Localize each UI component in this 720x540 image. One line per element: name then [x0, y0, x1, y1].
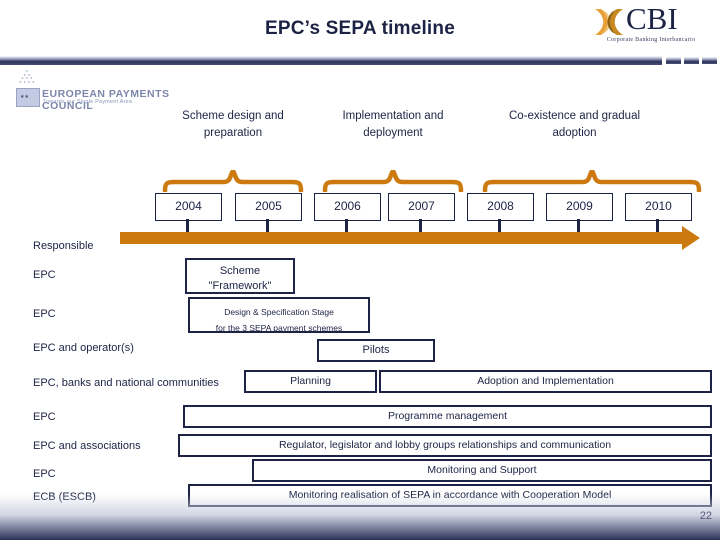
cbi-logo: CBI Corporate Banking Interbancario	[588, 1, 712, 50]
activity-adoption-implementation-label: Adoption and Implementation	[477, 375, 614, 387]
responsible-row-5: EPC	[33, 411, 56, 423]
activity-box-pilots[interactable]: Pilots	[317, 339, 435, 362]
activity-box-monitoring-realisation[interactable]: Monitoring realisation of SEPA in accord…	[188, 484, 712, 507]
activity-box-planning[interactable]: Planning	[244, 370, 377, 393]
timeline-arrow-shaft	[120, 232, 682, 244]
header-divider-dash-1	[666, 57, 681, 64]
activity-box-monitoring-support[interactable]: Monitoring and Support	[252, 459, 712, 482]
responsible-row-6: EPC and associations	[33, 440, 141, 452]
year-box-2004[interactable]: 2004	[155, 193, 222, 221]
cbi-butterfly-icon	[592, 6, 626, 38]
responsible-row-3: EPC and operator(s)	[33, 342, 134, 354]
phase-brace-3	[482, 170, 702, 192]
year-box-2006[interactable]: 2006	[314, 193, 381, 221]
slide-canvas: EPC’s SEPA timeline CBI Corporate Bankin…	[0, 0, 720, 540]
epc-chip-icon: ★★	[16, 88, 40, 107]
activity-box-programme-management[interactable]: Programme management	[183, 405, 712, 428]
phase-caption-2-line2: deployment	[363, 127, 423, 139]
phase-caption-3-line2: adoption	[552, 127, 597, 139]
phase-caption-1-line2: preparation	[203, 127, 263, 139]
activity-box-design-specification[interactable]: Design & Specification Stage for the 3 S…	[188, 297, 370, 333]
activity-design-specification-line1: Design & Specification Stage	[224, 307, 334, 317]
header-divider-dash-3	[702, 57, 717, 64]
activity-monitoring-realisation-label: Monitoring realisation of SEPA in accord…	[288, 489, 612, 501]
header-divider-bar	[0, 56, 662, 65]
phase-caption-1: Scheme design and preparation	[152, 108, 314, 142]
activity-planning-label: Planning	[290, 375, 331, 387]
responsible-row-8: ECB (ESCB)	[33, 491, 96, 503]
phase-caption-2-line1: Implementation and	[342, 110, 444, 122]
year-box-2010[interactable]: 2010	[625, 193, 692, 221]
phase-caption-3-line1: Co-existence and gradual	[508, 110, 641, 122]
activity-regulator-relationships-label: Regulator, legislator and lobby groups r…	[278, 439, 612, 451]
epc-logo-tagline: Towards our Single Payment Area	[43, 99, 133, 105]
activity-box-scheme-framework[interactable]: Scheme "Framework"	[185, 258, 295, 294]
phase-caption-2: Implementation and deployment	[312, 108, 474, 142]
cbi-wordmark: CBI	[626, 1, 678, 36]
phase-brace-2	[322, 170, 464, 192]
header-divider-dash-2	[684, 57, 699, 64]
cbi-tagline: Corporate Banking Interbancario	[606, 37, 696, 43]
activity-design-specification-line2: for the 3 SEPA payment schemes	[215, 323, 343, 333]
activity-programme-management-label: Programme management	[387, 410, 508, 422]
epc-logo: ★ ★ ★ ★ ★ ★ ★ ★ ★ ★ ★★ EUROPEAN PAYMENTS CO…	[14, 70, 204, 112]
year-box-2008[interactable]: 2008	[467, 193, 534, 221]
activity-scheme-framework-line2: "Framework"	[208, 280, 272, 292]
activity-scheme-framework-line1: Scheme	[219, 265, 261, 277]
timeline-arrow-head	[682, 226, 700, 250]
year-box-2005[interactable]: 2005	[235, 193, 302, 221]
activity-pilots-label: Pilots	[362, 344, 390, 356]
responsible-row-7: EPC	[33, 468, 56, 480]
responsible-column-header: Responsible	[33, 240, 94, 252]
activity-box-adoption-implementation[interactable]: Adoption and Implementation	[379, 370, 712, 393]
phase-brace-1	[162, 170, 304, 192]
responsible-row-2: EPC	[33, 308, 56, 320]
activity-monitoring-support-label: Monitoring and Support	[427, 464, 537, 476]
responsible-row-1: EPC	[33, 269, 56, 281]
activity-box-regulator-relationships[interactable]: Regulator, legislator and lobby groups r…	[178, 434, 712, 457]
page-number: 22	[699, 510, 712, 522]
phase-caption-1-line1: Scheme design and	[182, 110, 284, 122]
year-box-2007[interactable]: 2007	[388, 193, 455, 221]
phase-caption-3: Co-existence and gradual adoption	[482, 108, 667, 142]
year-box-2009[interactable]: 2009	[546, 193, 613, 221]
responsible-row-4: EPC, banks and national communities	[33, 377, 219, 389]
